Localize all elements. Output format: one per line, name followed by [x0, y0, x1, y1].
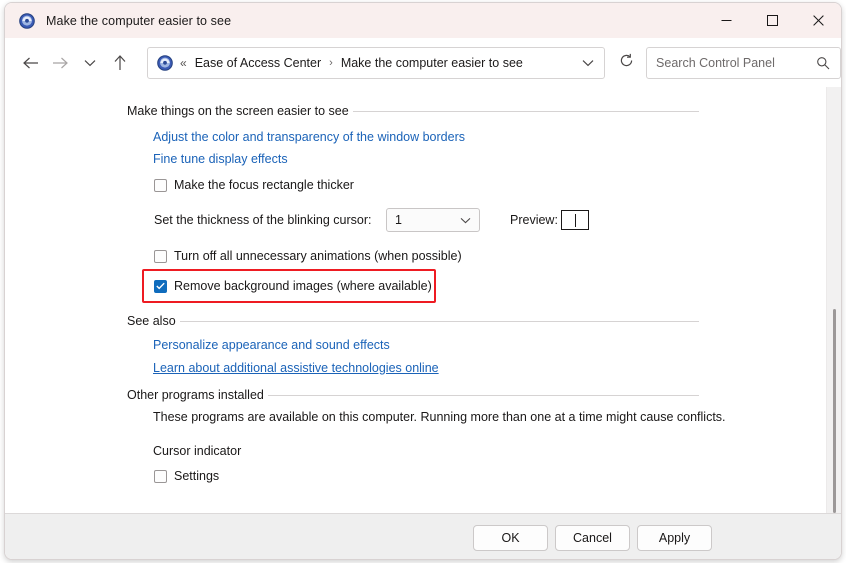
label-cursor-thickness: Set the thickness of the blinking cursor… — [154, 213, 372, 227]
search-icon[interactable] — [816, 56, 830, 70]
cursor-thickness-value: 1 — [395, 213, 402, 227]
checkbox-label-remove-background-images: Remove background images (where availabl… — [174, 279, 432, 293]
chevron-down-icon — [84, 59, 96, 67]
section-heading-see-also: See also — [127, 314, 699, 328]
maximize-button[interactable] — [749, 3, 795, 38]
checkbox-label-focus-rectangle: Make the focus rectangle thicker — [174, 178, 354, 192]
cursor-preview-box — [561, 210, 589, 230]
section-heading-other-programs: Other programs installed — [127, 388, 699, 402]
forward-arrow-icon — [52, 56, 69, 70]
chevron-down-icon — [582, 54, 594, 72]
checkbox-turn-off-animations[interactable] — [154, 249, 167, 263]
breadcrumb-item-make-computer-easier-to-see[interactable]: Make the computer easier to see — [341, 56, 523, 70]
checkbox-row-turn-off-animations[interactable]: Turn off all unnecessary animations (whe… — [154, 249, 462, 263]
cursor-thickness-dropdown[interactable]: 1 — [386, 208, 480, 232]
ok-button[interactable]: OK — [473, 525, 548, 551]
ease-of-access-icon — [19, 12, 35, 29]
link-learn-assistive-technologies[interactable]: Learn about additional assistive technol… — [153, 361, 439, 375]
section-heading-make-things-easier: Make things on the screen easier to see — [127, 104, 699, 118]
cancel-button[interactable]: Cancel — [555, 525, 630, 551]
search-placeholder: Search Control Panel — [656, 55, 775, 70]
checkbox-row-remove-background-images[interactable]: Remove background images (where availabl… — [154, 279, 432, 293]
checkbox-remove-background-images[interactable] — [154, 279, 167, 293]
label-preview: Preview: — [510, 213, 558, 227]
navigation-bar: « Ease of Access Center › Make the compu… — [5, 38, 841, 87]
checkbox-row-focus-rectangle[interactable]: Make the focus rectangle thicker — [154, 178, 354, 192]
forward-button[interactable] — [45, 48, 75, 78]
cursor-caret — [574, 213, 576, 227]
checkbox-label-turn-off-animations: Turn off all unnecessary animations (whe… — [174, 249, 462, 263]
refresh-button[interactable] — [611, 48, 641, 78]
chevron-down-icon — [460, 217, 471, 224]
window-title: Make the computer easier to see — [46, 13, 232, 28]
back-arrow-icon — [22, 56, 39, 70]
section-heading-text: See also — [127, 314, 176, 328]
dialog-footer: OK Cancel Apply — [5, 513, 841, 559]
up-arrow-icon — [113, 54, 127, 71]
section-rule — [352, 110, 699, 112]
program-name-cursor-indicator: Cursor indicator — [153, 444, 242, 458]
settings-content: Make things on the screen easier to see … — [5, 87, 841, 515]
recent-locations-button[interactable] — [75, 48, 105, 78]
search-input[interactable]: Search Control Panel — [646, 46, 841, 79]
control-panel-window: Make the computer easier to see « Ease o… — [4, 2, 842, 560]
close-button[interactable] — [795, 3, 841, 38]
minimize-button[interactable] — [703, 3, 749, 38]
link-personalize-appearance-sound[interactable]: Personalize appearance and sound effects — [153, 338, 390, 352]
refresh-icon — [619, 53, 634, 73]
checkbox-label-settings: Settings — [174, 469, 220, 483]
checkbox-settings[interactable] — [154, 469, 167, 483]
breadcrumb-overflow[interactable]: « — [180, 57, 187, 69]
address-bar[interactable]: « Ease of Access Center › Make the compu… — [147, 46, 606, 79]
up-button[interactable] — [105, 48, 135, 78]
title-bar: Make the computer easier to see — [5, 3, 841, 38]
scrollbar-thumb[interactable] — [833, 309, 836, 513]
section-rule — [179, 320, 699, 322]
address-dropdown-button[interactable] — [582, 54, 594, 72]
other-programs-description: These programs are available on this com… — [153, 410, 726, 424]
section-heading-text: Other programs installed — [127, 388, 264, 402]
section-rule — [267, 394, 699, 396]
vertical-scrollbar[interactable] — [826, 87, 841, 515]
breadcrumb-separator: › — [329, 56, 333, 69]
section-heading-text: Make things on the screen easier to see — [127, 104, 349, 118]
back-button[interactable] — [15, 48, 45, 78]
breadcrumb-ease-of-access-icon — [157, 54, 173, 71]
link-fine-tune-display-effects[interactable]: Fine tune display effects — [153, 152, 288, 166]
breadcrumb-item-ease-of-access-center[interactable]: Ease of Access Center — [195, 56, 321, 70]
apply-button[interactable]: Apply — [637, 525, 712, 551]
link-adjust-color-transparency[interactable]: Adjust the color and transparency of the… — [153, 130, 465, 144]
window-controls — [703, 3, 841, 38]
checkbox-focus-rectangle[interactable] — [154, 178, 167, 192]
checkbox-row-settings[interactable]: Settings — [154, 469, 219, 483]
